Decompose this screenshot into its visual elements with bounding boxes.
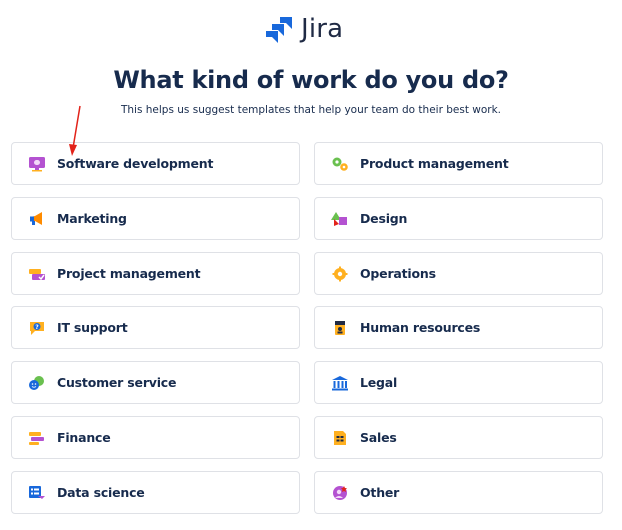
- svg-text:?: ?: [35, 324, 39, 331]
- option-project-management[interactable]: Project management: [11, 252, 300, 295]
- monitor-icon: [28, 155, 46, 173]
- jira-logo: Jira: [266, 13, 343, 45]
- option-sales[interactable]: Sales: [314, 416, 603, 459]
- gears-icon: [331, 155, 349, 173]
- stacked-bars-icon: [28, 429, 46, 447]
- courthouse-icon: [331, 374, 349, 392]
- shapes-icon: [331, 210, 349, 228]
- option-label: Sales: [360, 430, 397, 445]
- task-cards-icon: [28, 265, 46, 283]
- option-label: Software development: [57, 156, 214, 171]
- help-chat-icon: ?: [28, 319, 46, 337]
- data-list-icon: [28, 484, 46, 502]
- page-subtitle: This helps us suggest templates that hel…: [120, 104, 502, 116]
- option-label: IT support: [57, 320, 128, 335]
- option-product-management[interactable]: Product management: [314, 142, 603, 185]
- option-it-support[interactable]: ? IT support: [11, 306, 300, 349]
- option-operations[interactable]: Operations: [314, 252, 603, 295]
- jira-logo-text: Jira: [301, 14, 344, 44]
- option-label: Product management: [360, 156, 509, 171]
- option-label: Human resources: [360, 320, 481, 335]
- person-star-icon: [331, 484, 349, 502]
- option-finance[interactable]: Finance: [11, 416, 300, 459]
- jira-logo-icon: [266, 17, 292, 43]
- option-design[interactable]: Design: [314, 197, 603, 240]
- id-badge-icon: [331, 319, 349, 337]
- gear-icon: [331, 265, 349, 283]
- option-human-resources[interactable]: Human resources: [314, 306, 603, 349]
- option-software-development[interactable]: Software development: [11, 142, 300, 185]
- option-data-science[interactable]: Data science: [11, 471, 300, 514]
- annotation-arrow-icon: [69, 105, 81, 156]
- spreadsheet-icon: [331, 429, 349, 447]
- option-label: Data science: [57, 485, 145, 500]
- option-marketing[interactable]: Marketing: [11, 197, 300, 240]
- option-label: Design: [360, 211, 408, 226]
- option-customer-service[interactable]: Customer service: [11, 361, 300, 404]
- option-other[interactable]: Other: [314, 471, 603, 514]
- option-legal[interactable]: Legal: [314, 361, 603, 404]
- option-label: Marketing: [57, 211, 127, 226]
- customer-faces-icon: [28, 374, 46, 392]
- option-label: Legal: [360, 375, 398, 390]
- page-title: What kind of work do you do?: [113, 66, 509, 94]
- option-label: Operations: [360, 266, 436, 281]
- option-label: Finance: [57, 430, 111, 445]
- option-label: Other: [360, 485, 400, 500]
- megaphone-icon: [28, 210, 46, 228]
- option-label: Project management: [57, 266, 201, 281]
- option-label: Customer service: [57, 375, 177, 390]
